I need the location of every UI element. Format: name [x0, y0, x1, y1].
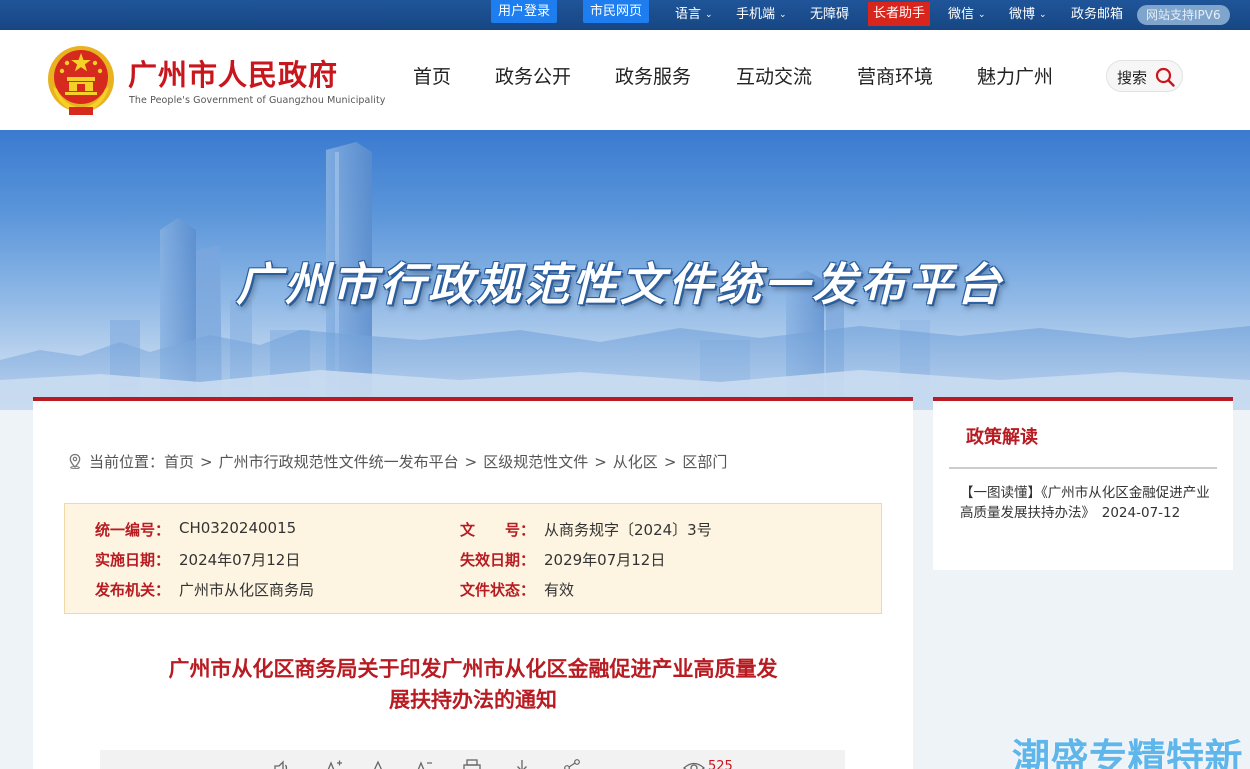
- hero-banner: 广州市行政规范性文件统一发布平台: [0, 130, 1250, 410]
- nav-business-env[interactable]: 营商环境: [857, 62, 933, 89]
- nav-gov-affairs[interactable]: 政务公开: [495, 62, 571, 89]
- status-key: 文件状态：: [460, 581, 536, 599]
- font-increase-icon[interactable]: [323, 758, 343, 769]
- chevron-down-icon: ⌄: [705, 10, 713, 20]
- chevron-down-icon: ⌄: [1039, 10, 1047, 20]
- language-menu[interactable]: 语言 ⌄: [675, 0, 713, 30]
- ipv6-badge: 网站支持IPV6: [1137, 5, 1230, 25]
- wechat-label: 微信: [948, 7, 975, 22]
- chevron-down-icon: ⌄: [978, 10, 986, 20]
- issuer-key: 发布机关：: [95, 581, 171, 599]
- document-title-line-1: 广州市从化区商务局关于印发广州市从化区金融促进产业高质量发: [168, 657, 778, 681]
- main-content-panel: 当前位置：首页 > 广州市行政规范性文件统一发布平台 > 区级规范性文件 > 从化区 > 区部门…: [33, 397, 913, 769]
- banner-title: 广州市行政规范性文件统一发布平台: [236, 258, 1005, 311]
- policy-interpretation-link[interactable]: 【一图读懂】《广州市从化区金融促进产业高质量发展扶持办法》 2024-07-12: [960, 484, 1210, 523]
- breadcrumb-separator: >: [464, 453, 478, 471]
- site-title[interactable]: 广州市人民政府: [128, 52, 338, 94]
- issuer-value: 广州市从化区商务局: [179, 581, 315, 599]
- wechat-menu[interactable]: 微信 ⌄: [948, 0, 986, 30]
- breadcrumb-prefix: 当前位置：: [89, 453, 165, 471]
- breadcrumb-item-conghua[interactable]: 从化区: [613, 453, 658, 471]
- print-icon[interactable]: [462, 758, 482, 769]
- nav-home[interactable]: 首页: [413, 62, 451, 89]
- breadcrumb: 当前位置：首页 > 广州市行政规范性文件统一发布平台 > 区级规范性文件 > 从化区 > 区部门: [67, 451, 727, 472]
- breadcrumb-separator: >: [594, 453, 607, 471]
- start-date-value: 2024年07月12日: [179, 551, 301, 569]
- document-title: 广州市从化区商务局关于印发广州市从化区金融促进产业高质量发 展扶持办法的通知: [113, 654, 833, 716]
- citizen-page-button[interactable]: 市民网页: [583, 0, 650, 23]
- nav-interaction[interactable]: 互动交流: [736, 62, 812, 89]
- search-label: 搜索: [1117, 69, 1148, 87]
- site-subtitle: The People's Government of Guangzhou Mun…: [129, 95, 386, 106]
- policy-interpretation-heading: 政策解读: [966, 427, 1038, 448]
- mobile-menu[interactable]: 手机端 ⌄: [736, 0, 787, 30]
- start-date-key: 实施日期：: [95, 551, 171, 569]
- user-login-button[interactable]: 用户登录: [491, 0, 558, 23]
- reading-toolbar: 525: [100, 750, 845, 769]
- divider: [949, 467, 1217, 469]
- elder-helper-button[interactable]: 长者助手: [868, 2, 931, 26]
- font-decrease-icon[interactable]: [413, 758, 433, 769]
- location-pin-icon: [69, 453, 81, 469]
- docno-key: 文 号：: [460, 521, 536, 539]
- policy-interpretation-panel: 政策解读 【一图读懂】《广州市从化区金融促进产业高质量发展扶持办法》 2024-…: [933, 397, 1233, 570]
- share-icon[interactable]: [562, 758, 582, 769]
- site-header: 广州市人民政府 The People's Government of Guang…: [0, 30, 1250, 130]
- breadcrumb-separator: >: [200, 453, 213, 471]
- chevron-down-icon: ⌄: [779, 10, 787, 20]
- end-date-value: 2029年07月12日: [544, 551, 666, 569]
- search-button[interactable]: 搜索: [1106, 60, 1183, 92]
- weibo-menu[interactable]: 微博 ⌄: [1009, 0, 1047, 30]
- nav-charm-guangzhou[interactable]: 魅力广州: [977, 62, 1053, 89]
- eye-icon: [683, 762, 705, 769]
- status-value: 有效: [544, 581, 575, 599]
- weibo-label: 微博: [1009, 7, 1036, 22]
- document-info-box: 统一编号： CH0320240015 文 号： 从商务规字〔2024〕3号 实施…: [64, 503, 882, 614]
- font-default-icon[interactable]: [368, 758, 388, 769]
- mobile-label: 手机端: [736, 7, 776, 22]
- language-label: 语言: [675, 7, 702, 22]
- gov-mail-link[interactable]: 政务邮箱: [1071, 0, 1123, 30]
- speaker-icon[interactable]: [272, 758, 292, 769]
- end-date-key: 失效日期：: [460, 551, 536, 569]
- breadcrumb-separator: >: [663, 453, 677, 471]
- breadcrumb-item-district-dept[interactable]: 区部门: [682, 453, 727, 471]
- search-icon: [1155, 67, 1175, 87]
- view-count: 525: [708, 759, 733, 769]
- document-title-line-2: 展扶持办法的通知: [389, 688, 557, 712]
- breadcrumb-item-home[interactable]: 首页: [164, 453, 194, 471]
- code-key: 统一编号：: [95, 521, 171, 539]
- watermark-text: 潮盛专精特新: [1012, 736, 1244, 769]
- national-emblem-icon[interactable]: [47, 43, 115, 117]
- breadcrumb-item-platform[interactable]: 广州市行政规范性文件统一发布平台: [219, 453, 459, 471]
- breadcrumb-item-district-docs[interactable]: 区级规范性文件: [483, 453, 588, 471]
- top-utility-bar: 用户登录 市民网页 语言 ⌄ 手机端 ⌄ 无障碍 长者助手 微信 ⌄ 微博 ⌄ 政务邮箱…: [0, 0, 1250, 30]
- accessibility-link[interactable]: 无障碍: [810, 0, 849, 30]
- download-icon[interactable]: [512, 758, 532, 769]
- code-value: CH0320240015: [179, 519, 297, 537]
- docno-value: 从商务规字〔2024〕3号: [544, 521, 712, 539]
- nav-gov-services[interactable]: 政务服务: [615, 62, 691, 89]
